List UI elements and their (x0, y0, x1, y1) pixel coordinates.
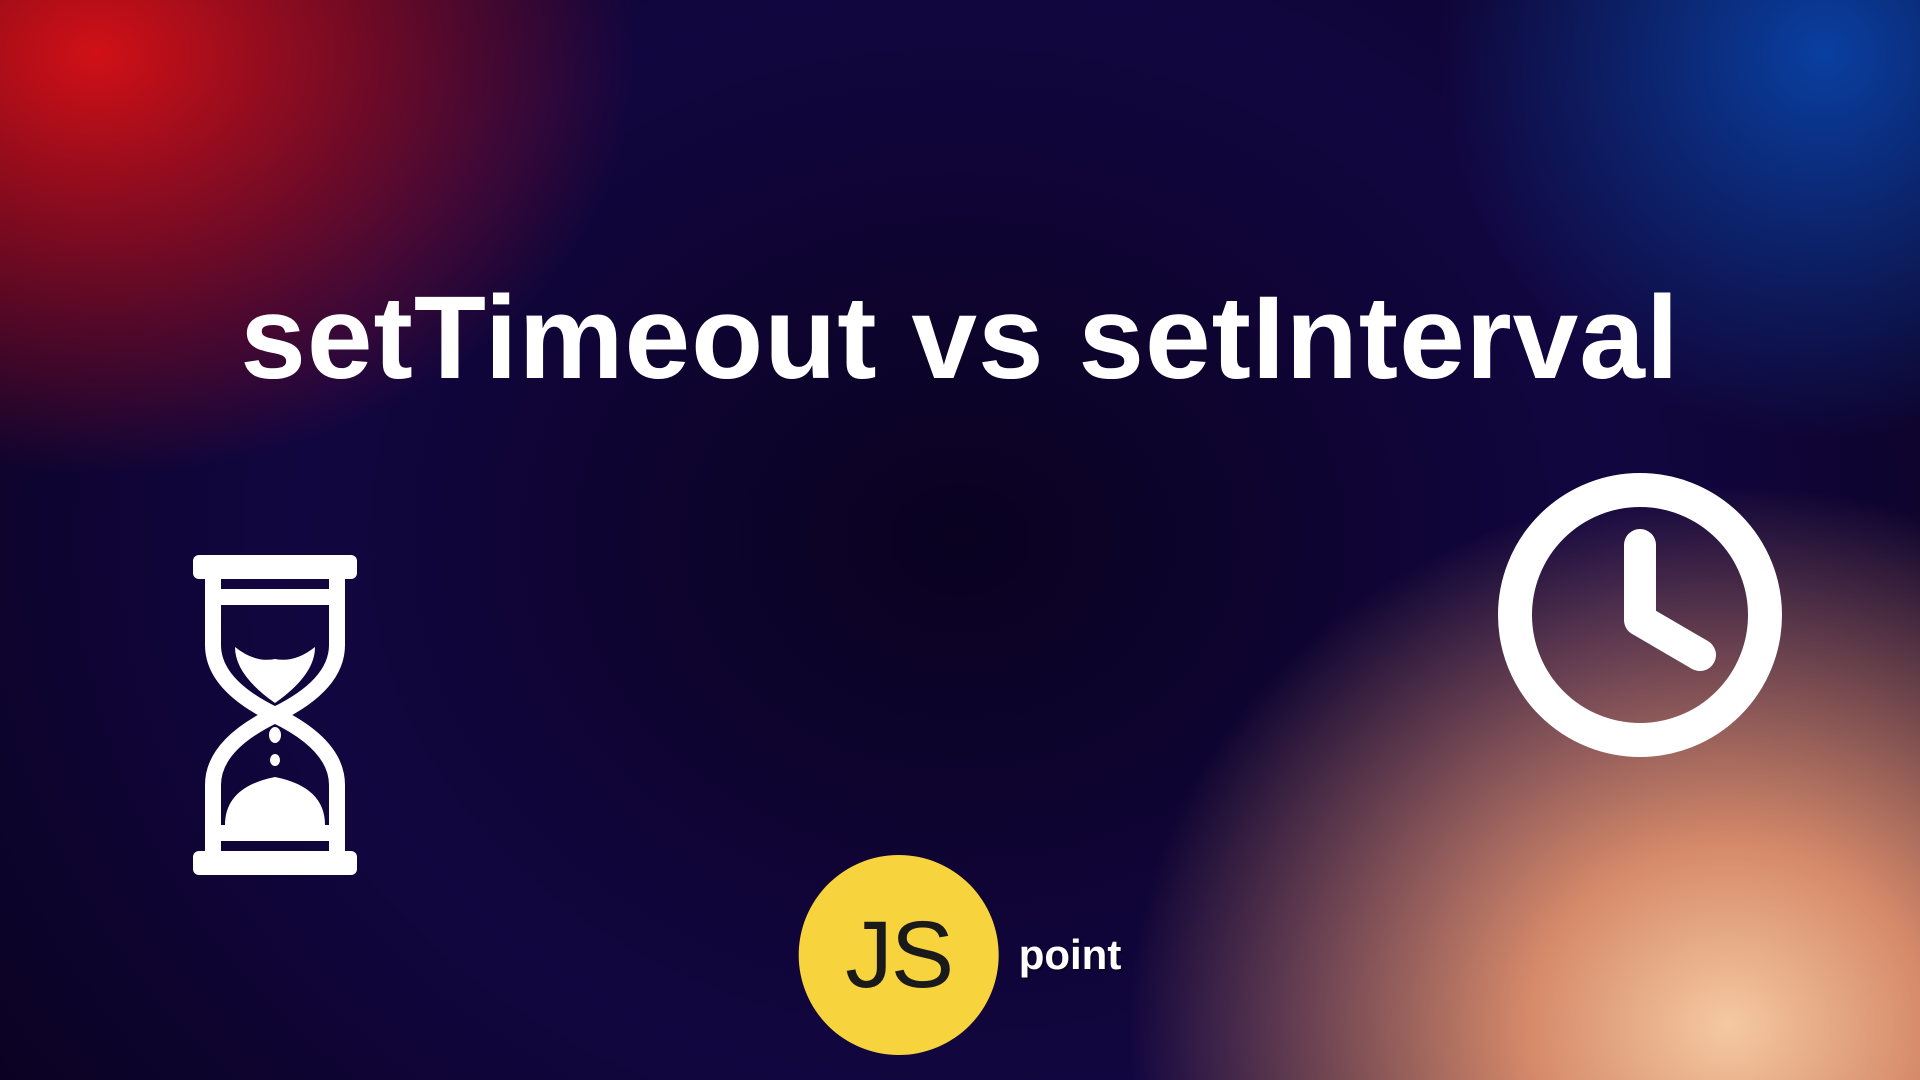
logo-text: point (1019, 931, 1122, 979)
js-badge: JS (799, 855, 999, 1055)
clock-icon (1495, 470, 1785, 765)
page-title: setTimeout vs setInterval (0, 270, 1920, 406)
hourglass-icon (165, 555, 385, 880)
logo: JS point (799, 855, 1122, 1055)
